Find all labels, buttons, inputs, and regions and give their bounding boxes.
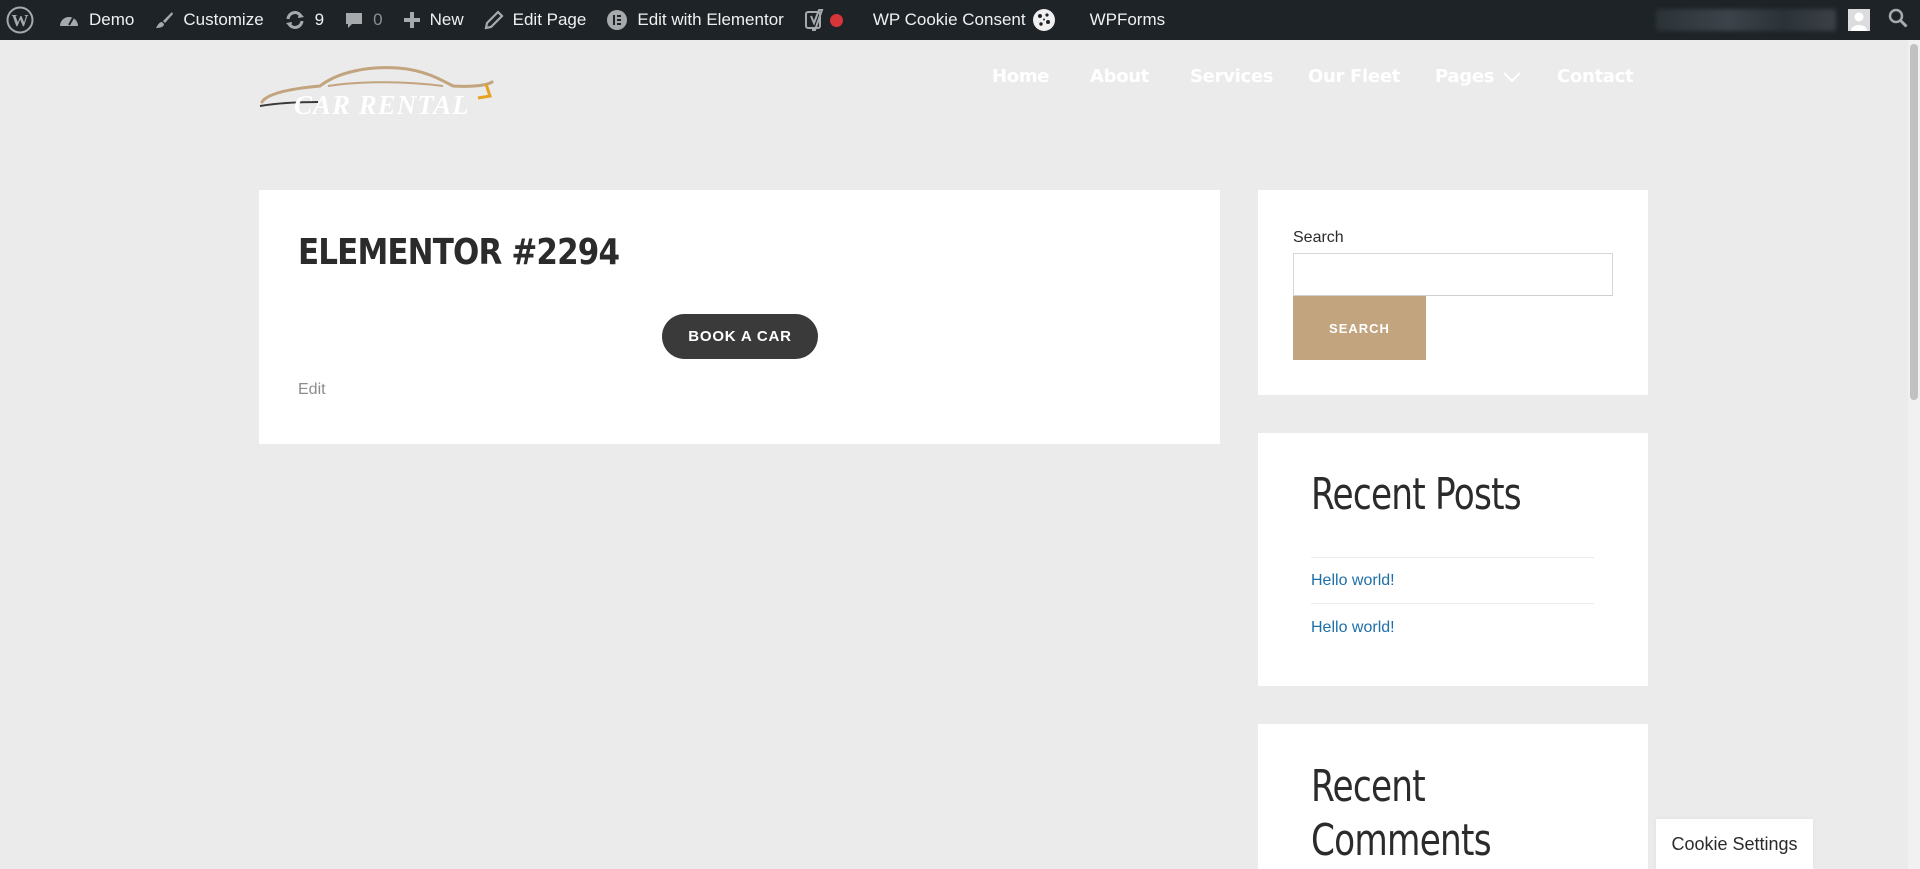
nav-about[interactable]: About <box>1090 66 1149 87</box>
edit-elementor-label: Edit with Elementor <box>637 10 784 29</box>
nav-pages[interactable]: Pages <box>1435 66 1521 87</box>
nav-home[interactable]: Home <box>992 66 1050 87</box>
adminbar-search-button[interactable] <box>1888 8 1908 33</box>
wordpress-icon: W <box>6 6 34 34</box>
recent-comments-title-line2: Comments <box>1311 815 1492 866</box>
new-content-button[interactable]: New <box>393 0 474 40</box>
logo-text: CAR RENTAL <box>294 90 470 120</box>
chevron-down-icon <box>1503 71 1521 82</box>
recent-comments-title-line1: Recent <box>1311 761 1426 812</box>
search-button[interactable]: SEARCH <box>1293 296 1426 360</box>
nav-pages-label: Pages <box>1435 66 1495 87</box>
dashboard-gauge-icon <box>60 17 78 26</box>
updates-count: 9 <box>314 10 325 29</box>
recent-posts-title: Recent Posts <box>1311 469 1522 520</box>
cookie-consent-button[interactable]: WP Cookie Consent <box>863 0 1066 40</box>
recent-comments-title: Recent Comments <box>1311 760 1492 868</box>
elementor-icon <box>607 10 628 30</box>
admin-bar-right <box>1656 0 1920 40</box>
account-greeting-blurred[interactable] <box>1656 9 1836 31</box>
nav-our-fleet[interactable]: Our Fleet <box>1308 66 1400 87</box>
recent-post-link[interactable]: Hello world! <box>1311 572 1395 590</box>
nav-services[interactable]: Services <box>1190 66 1273 87</box>
edit-page-label: Edit Page <box>512 10 587 29</box>
wordpress-logo-button[interactable]: W <box>0 0 48 40</box>
page-scrollbar[interactable] <box>1908 40 1920 869</box>
comment-bubble-icon <box>346 13 363 28</box>
seo-status-dot <box>829 13 843 27</box>
yoast-icon <box>804 9 824 31</box>
pencil-icon <box>484 10 504 30</box>
edit-page-button[interactable]: Edit Page <box>474 0 597 40</box>
page-title: ELEMENTOR #2294 <box>298 232 620 273</box>
admin-bar: W Demo Customize 9 0 New Edit Page Edit … <box>0 0 1920 40</box>
cookie-consent-label: WP Cookie Consent <box>872 10 1026 29</box>
plus-icon <box>403 12 420 28</box>
yoast-seo-button[interactable] <box>794 0 863 40</box>
search-icon <box>1888 8 1908 28</box>
search-label: Search <box>1293 229 1344 246</box>
site-name-button[interactable]: Demo <box>48 0 144 40</box>
site-logo[interactable]: CAR RENTAL <box>258 62 494 124</box>
wpforms-button[interactable]: WPForms <box>1066 0 1176 40</box>
search-input[interactable] <box>1293 253 1613 296</box>
wpforms-label: WPForms <box>1089 10 1166 29</box>
updates-refresh-icon <box>285 11 304 29</box>
avatar[interactable] <box>1848 9 1870 31</box>
cookie-settings-button[interactable]: Cookie Settings <box>1656 819 1813 869</box>
divider <box>1311 557 1594 558</box>
recent-post-link[interactable]: Hello world! <box>1311 619 1395 637</box>
user-avatar-icon <box>1848 9 1870 31</box>
comments-button[interactable]: 0 <box>334 0 392 40</box>
edit-link[interactable]: Edit <box>298 381 326 399</box>
divider <box>1311 603 1594 604</box>
scrollbar-thumb[interactable] <box>1910 44 1918 400</box>
paintbrush-icon <box>156 12 174 28</box>
svg-text:W: W <box>12 11 29 30</box>
customize-button[interactable]: Customize <box>144 0 273 40</box>
updates-button[interactable]: 9 <box>274 0 334 40</box>
new-label: New <box>429 10 464 29</box>
customize-label: Customize <box>183 10 264 29</box>
cookie-icon <box>1032 9 1055 31</box>
edit-with-elementor-button[interactable]: Edit with Elementor <box>596 0 793 40</box>
comments-count: 0 <box>373 10 383 29</box>
site-name-label: Demo <box>89 10 135 29</box>
nav-contact[interactable]: Contact <box>1557 66 1634 87</box>
book-a-car-button[interactable]: BOOK A CAR <box>662 314 818 359</box>
